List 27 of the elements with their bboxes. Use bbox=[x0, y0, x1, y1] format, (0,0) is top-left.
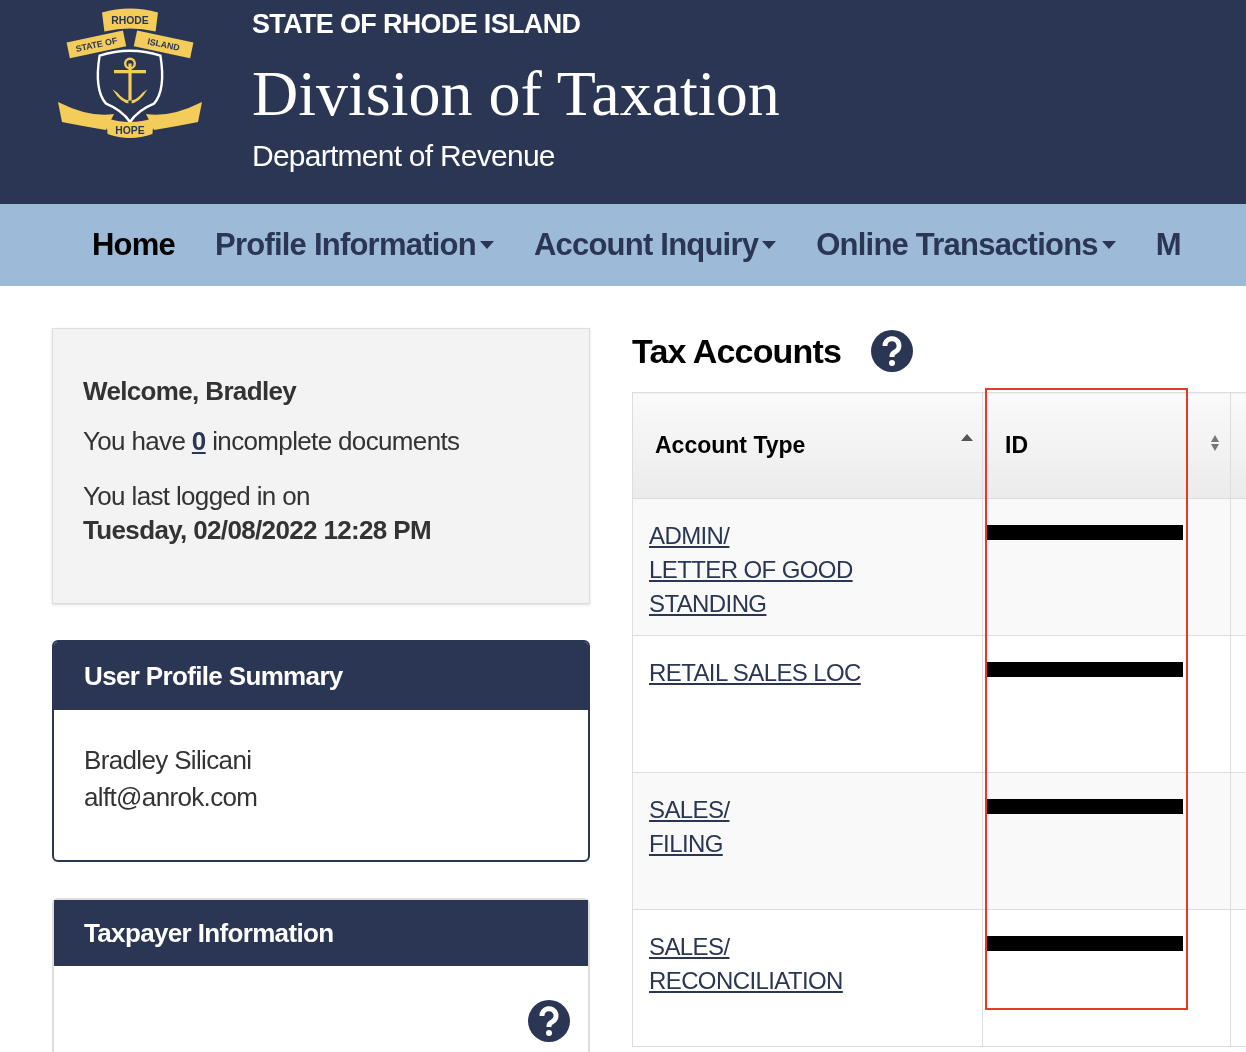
division-title: Division of Taxation bbox=[252, 60, 780, 128]
user-email: alft@anrok.com bbox=[84, 781, 259, 814]
state-name: STATE OF RHODE ISLAND bbox=[252, 8, 582, 40]
docs-text: You have bbox=[83, 426, 187, 456]
nav-link[interactable]: Online Transactions bbox=[816, 221, 1116, 269]
nav-link[interactable]: Home bbox=[92, 221, 176, 269]
column-header[interactable]: ID bbox=[982, 392, 1231, 499]
account-type-link[interactable]: SALES/ FILING bbox=[649, 793, 730, 861]
help-icon[interactable] bbox=[528, 1000, 570, 1042]
department-subtitle: Department of Revenue bbox=[252, 138, 556, 174]
nav-link[interactable]: Account Inquiry bbox=[533, 221, 777, 269]
last-login-date: Tuesday, 02/08/2022 12:28 PM bbox=[83, 514, 432, 547]
welcome-greeting: Welcome, Bradley bbox=[83, 375, 298, 407]
nav-link[interactable]: M bbox=[1155, 221, 1181, 269]
help-icon[interactable] bbox=[870, 330, 913, 372]
last-login-label: You last logged in on bbox=[83, 480, 311, 513]
section-title: Tax Accounts bbox=[632, 330, 841, 372]
user-name: Bradley Silicani bbox=[84, 744, 253, 777]
documents-link[interactable]: 0 bbox=[191, 426, 206, 456]
state-seal-logo: RHODE STATE OF ISLAND HOPE bbox=[50, 6, 210, 166]
account-type-link[interactable]: RETAIL SALES LOC bbox=[649, 656, 861, 690]
column-header[interactable]: Account Type bbox=[632, 392, 983, 499]
panel-title: Taxpayer Information bbox=[54, 900, 588, 966]
panel-title: User Profile Summary bbox=[54, 642, 588, 710]
sort-icon[interactable] bbox=[1208, 433, 1222, 453]
docs-text: incomplete documents bbox=[211, 426, 460, 456]
nav-link[interactable]: Profile Information bbox=[215, 221, 494, 269]
